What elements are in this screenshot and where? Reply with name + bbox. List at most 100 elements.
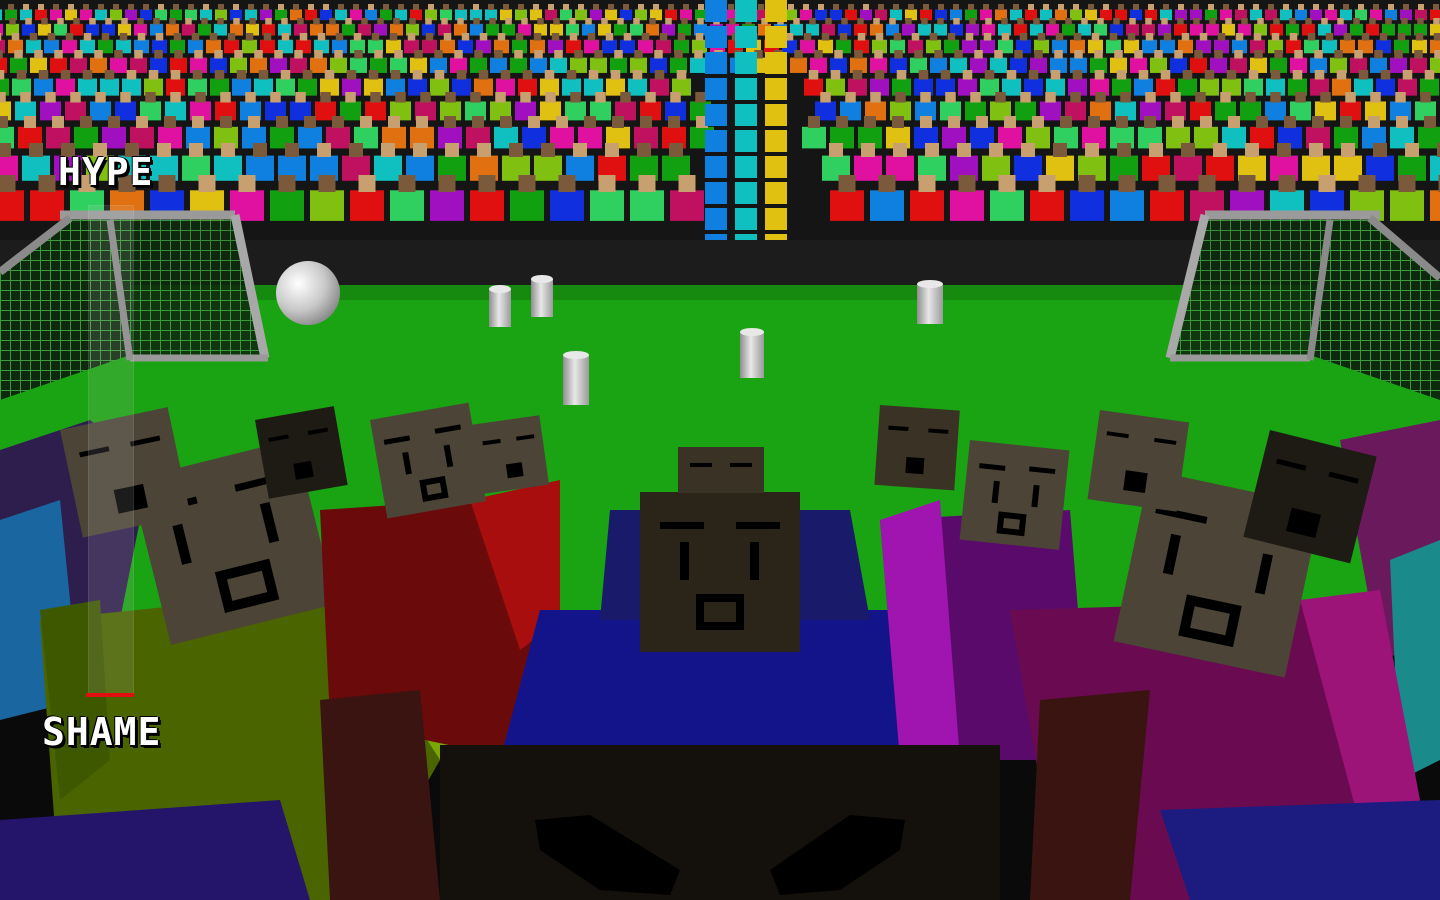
crowd-head xyxy=(416,116,428,128)
crowd-head xyxy=(998,4,1004,10)
crowd-head xyxy=(893,143,907,157)
crowd-head xyxy=(1313,4,1319,10)
crowd-member xyxy=(54,23,67,36)
crowd-head xyxy=(1154,50,1163,59)
crowd-head xyxy=(920,92,931,103)
crowd-head xyxy=(457,18,464,25)
crowd-head xyxy=(694,50,703,59)
crowd-head xyxy=(970,92,981,103)
crowd-head xyxy=(623,4,629,10)
crowd-member xyxy=(735,0,757,22)
crowd-head xyxy=(73,18,80,25)
crowd-head xyxy=(120,92,131,103)
crowd-head xyxy=(556,116,568,128)
crowd-head xyxy=(1414,50,1423,59)
crowd-head xyxy=(895,92,906,103)
crowd-head xyxy=(892,116,904,128)
crowd-head xyxy=(0,50,3,59)
crowd-head xyxy=(1038,175,1056,192)
crowd-head xyxy=(533,33,542,41)
crowd-head xyxy=(1118,4,1124,10)
crowd-member xyxy=(1410,57,1427,73)
crowd-head xyxy=(95,92,106,103)
crowd-head xyxy=(371,33,380,41)
crowd-head xyxy=(585,18,592,25)
crowd-head xyxy=(1043,4,1049,10)
crowd-head xyxy=(1053,143,1067,157)
crowd-head xyxy=(834,50,843,59)
crowd-head xyxy=(443,33,452,41)
crowd-head xyxy=(381,143,395,157)
crowd-head xyxy=(1248,70,1259,80)
crowd-member xyxy=(735,26,757,48)
crowd-head xyxy=(214,50,223,59)
crowd-head xyxy=(173,4,179,10)
crowd-head xyxy=(8,4,14,10)
crowd-head xyxy=(1238,175,1256,192)
crowd-head xyxy=(947,33,956,41)
crowd-head xyxy=(918,70,929,80)
crowd-head xyxy=(52,116,64,128)
crowd-head xyxy=(374,50,383,59)
crowd-member xyxy=(1150,190,1184,221)
crowd-head xyxy=(534,50,543,59)
crowd-member xyxy=(765,104,787,126)
crowd-head xyxy=(874,70,885,80)
crowd-head xyxy=(477,143,491,157)
crowd-member xyxy=(1334,155,1362,181)
crowd-head xyxy=(494,50,503,59)
crowd-head xyxy=(445,92,456,103)
crowd-head xyxy=(678,175,696,192)
crowd-head xyxy=(1283,4,1289,10)
crowd-head xyxy=(434,70,445,80)
crowd-head xyxy=(136,116,148,128)
crowd-head xyxy=(569,18,576,25)
crowd-head xyxy=(522,70,533,80)
crowd-head xyxy=(500,116,512,128)
crowd-member xyxy=(1062,23,1075,36)
crowd-head xyxy=(137,18,144,25)
crowd-head xyxy=(1058,4,1064,10)
crowd-head xyxy=(1433,18,1440,25)
crowd-head xyxy=(809,18,816,25)
crowd-member xyxy=(765,182,787,204)
crowd-head xyxy=(974,50,983,59)
crowd-head xyxy=(914,50,923,59)
crowd-head xyxy=(192,116,204,128)
crowd-head xyxy=(570,92,581,103)
crowd-head xyxy=(1334,50,1343,59)
fan-face xyxy=(640,492,800,652)
crowd-head xyxy=(905,18,912,25)
crowd-head xyxy=(332,116,344,128)
crowd-head xyxy=(653,4,659,10)
crowd-head xyxy=(114,50,123,59)
crowd-head xyxy=(1194,50,1203,59)
crowd-head xyxy=(334,50,343,59)
crowd-head xyxy=(413,4,419,10)
crowd-head xyxy=(1295,92,1306,103)
crowd-head xyxy=(857,18,864,25)
crowd-head xyxy=(1145,18,1152,25)
crowd-head xyxy=(1006,70,1017,80)
crowd-head xyxy=(281,33,290,41)
crowd-head xyxy=(640,116,652,128)
crowd-head xyxy=(925,143,939,157)
crowd-head xyxy=(134,50,143,59)
crowd-head xyxy=(23,4,29,10)
crowd-head xyxy=(1395,92,1406,103)
crowd-head xyxy=(1234,50,1243,59)
crowd-head xyxy=(53,4,59,10)
crowd-member xyxy=(350,9,362,21)
crowd-head xyxy=(438,175,456,192)
crowd-head xyxy=(428,4,434,10)
crowd-head xyxy=(878,4,884,10)
crowd-head xyxy=(870,92,881,103)
crowd-head xyxy=(566,70,577,80)
crowd-head xyxy=(641,33,650,41)
crowd-head xyxy=(945,92,956,103)
crowd-member xyxy=(705,0,727,22)
crowd-head xyxy=(729,18,736,25)
crowd-member xyxy=(1206,23,1219,36)
crowd-head xyxy=(563,4,569,10)
crowd-head xyxy=(998,175,1016,192)
